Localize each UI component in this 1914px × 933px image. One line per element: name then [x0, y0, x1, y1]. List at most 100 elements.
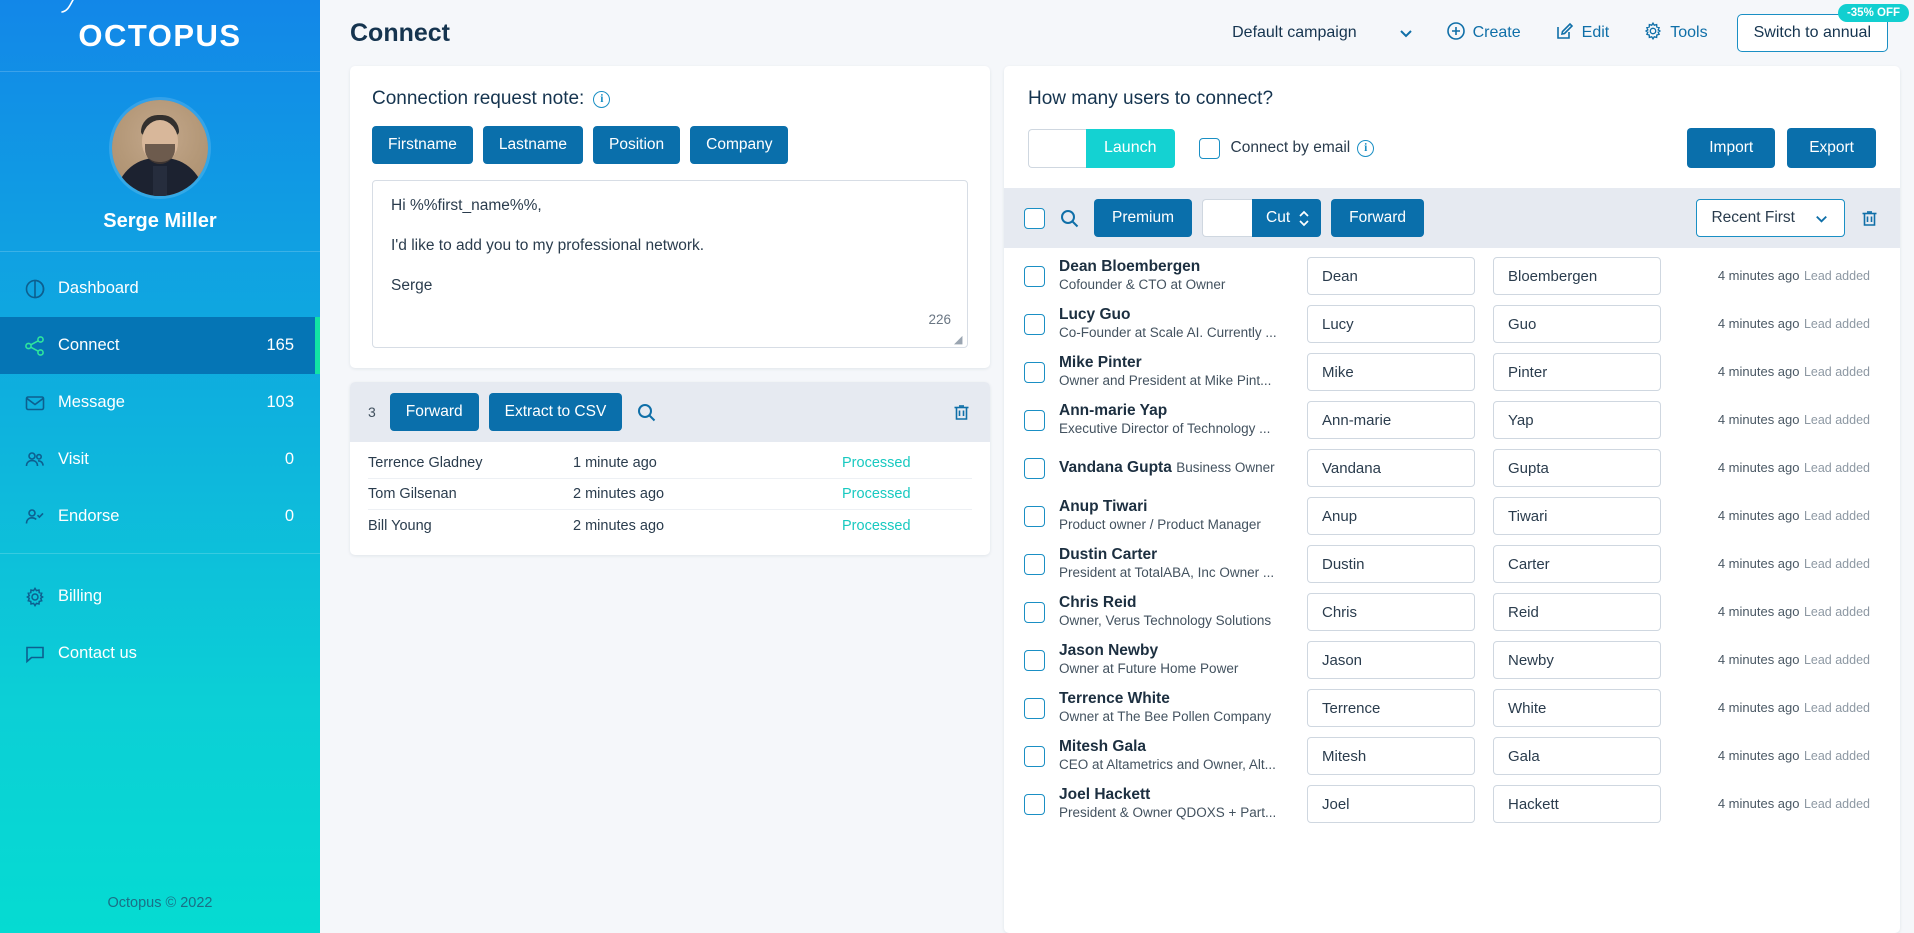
- logo[interactable]: OCTOPUS: [0, 0, 320, 72]
- connect-by-email-checkbox[interactable]: [1198, 137, 1220, 159]
- contact-select-checkbox[interactable]: [1024, 409, 1045, 431]
- sidebar-item-billing[interactable]: Billing: [0, 568, 320, 625]
- sidebar-item-contact-us[interactable]: Contact us: [0, 625, 320, 682]
- contact-row[interactable]: Terrence White Owner at The Bee Pollen C…: [1004, 684, 1900, 732]
- search-icon[interactable]: [1055, 208, 1084, 229]
- contact-row[interactable]: Dean Bloembergen Cofounder & CTO at Owne…: [1004, 252, 1900, 300]
- contact-lastname-field[interactable]: Newby: [1493, 641, 1661, 679]
- note-textarea[interactable]: Hi %%first_name%%, I'd like to add you t…: [372, 180, 968, 348]
- info-icon[interactable]: i: [593, 90, 611, 108]
- contact-select-checkbox[interactable]: [1024, 745, 1045, 767]
- contact-firstname-field[interactable]: Ann-marie: [1307, 401, 1475, 439]
- cut-amount-input[interactable]: [1202, 199, 1253, 237]
- contact-select-checkbox[interactable]: [1024, 601, 1045, 623]
- contact-row[interactable]: Jason Newby Owner at Future Home Power J…: [1004, 636, 1900, 684]
- contact-row[interactable]: Vandana Gupta Business Owner Vandana Gup…: [1004, 444, 1900, 492]
- contact-select-checkbox[interactable]: [1024, 457, 1045, 479]
- contact-meta: 4 minutes ago Lead added: [1704, 267, 1882, 285]
- contact-firstname-field[interactable]: Dean: [1307, 257, 1475, 295]
- contact-firstname-field[interactable]: Terrence: [1307, 689, 1475, 727]
- contact-lastname-field[interactable]: Yap: [1493, 401, 1661, 439]
- sidebar-item-endorse[interactable]: Endorse 0: [0, 488, 320, 545]
- tag-lastname-button[interactable]: Lastname: [482, 126, 583, 164]
- contact-lastname-field[interactable]: Bloembergen: [1493, 257, 1661, 295]
- contact-row[interactable]: Dustin Carter President at TotalABA, Inc…: [1004, 540, 1900, 588]
- contact-lastname-field[interactable]: Guo: [1493, 305, 1661, 343]
- contact-lastname-field[interactable]: Gala: [1493, 737, 1661, 775]
- search-icon[interactable]: [632, 402, 661, 423]
- select-all-checkbox[interactable]: [1024, 207, 1045, 229]
- contact-firstname-field[interactable]: Vandana: [1307, 449, 1475, 487]
- contact-firstname-field[interactable]: Chris: [1307, 593, 1475, 631]
- queue-delete-icon[interactable]: [951, 402, 972, 423]
- create-button[interactable]: Create: [1429, 21, 1538, 46]
- users-count-input[interactable]: [1028, 128, 1086, 168]
- contacts-list[interactable]: Dean Bloembergen Cofounder & CTO at Owne…: [1004, 248, 1900, 933]
- contact-firstname-field[interactable]: Lucy: [1307, 305, 1475, 343]
- contact-firstname-field[interactable]: Jason: [1307, 641, 1475, 679]
- contact-lastname-field[interactable]: Carter: [1493, 545, 1661, 583]
- sidebar-item-visit[interactable]: Visit 0: [0, 431, 320, 488]
- tag-position-button[interactable]: Position: [592, 126, 681, 164]
- contact-name: Vandana Gupta: [1059, 458, 1172, 476]
- contact-lastname-field[interactable]: Reid: [1493, 593, 1661, 631]
- contact-row[interactable]: Anup Tiwari Product owner / Product Mana…: [1004, 492, 1900, 540]
- contact-firstname-field[interactable]: Mitesh: [1307, 737, 1475, 775]
- tag-firstname-button[interactable]: Firstname: [372, 126, 473, 164]
- premium-filter-button[interactable]: Premium: [1094, 199, 1193, 237]
- contact-row[interactable]: Mike Pinter Owner and President at Mike …: [1004, 348, 1900, 396]
- contact-lastname-field[interactable]: Hackett: [1493, 785, 1661, 823]
- contact-select-checkbox[interactable]: [1024, 265, 1045, 287]
- info-icon[interactable]: i: [1357, 139, 1375, 157]
- contact-row[interactable]: Ann-marie Yap Executive Director of Tech…: [1004, 396, 1900, 444]
- contact-select-checkbox[interactable]: [1024, 361, 1045, 383]
- forward-filter-button[interactable]: Forward: [1331, 199, 1424, 237]
- cut-button[interactable]: Cut: [1252, 199, 1322, 237]
- sidebar-item-message[interactable]: Message 103: [0, 374, 320, 431]
- contact-row[interactable]: Mitesh Gala CEO at Altametrics and Owner…: [1004, 732, 1900, 780]
- contacts-delete-icon[interactable]: [1859, 208, 1880, 229]
- contact-row[interactable]: Joel Hackett President & Owner QDOXS + P…: [1004, 780, 1900, 828]
- contact-firstname-field[interactable]: Dustin: [1307, 545, 1475, 583]
- campaign-selector[interactable]: Default campaign: [1218, 24, 1429, 42]
- tag-company-button[interactable]: Company: [690, 126, 789, 164]
- sort-dropdown[interactable]: Recent First: [1696, 199, 1845, 237]
- contact-select-checkbox[interactable]: [1024, 505, 1045, 527]
- import-button[interactable]: Import: [1687, 128, 1776, 168]
- contact-role: Cofounder & CTO at Owner: [1059, 277, 1226, 293]
- export-button[interactable]: Export: [1787, 128, 1876, 168]
- sidebar-item-label: Endorse: [58, 507, 120, 525]
- contact-select-checkbox[interactable]: [1024, 313, 1045, 335]
- queue-row[interactable]: Bill Young 2 minutes ago Processed: [368, 510, 972, 541]
- launch-button[interactable]: Launch: [1086, 128, 1175, 168]
- contact-firstname-field[interactable]: Mike: [1307, 353, 1475, 391]
- contact-row[interactable]: Chris Reid Owner, Verus Technology Solut…: [1004, 588, 1900, 636]
- contact-lastname-field[interactable]: Tiwari: [1493, 497, 1661, 535]
- sidebar-footer: Octopus © 2022: [107, 895, 213, 911]
- contact-firstname-field[interactable]: Joel: [1307, 785, 1475, 823]
- contact-select-checkbox[interactable]: [1024, 793, 1045, 815]
- contact-select-checkbox[interactable]: [1024, 697, 1045, 719]
- queue-forward-button[interactable]: Forward: [389, 393, 479, 431]
- contact-name: Dean Bloembergen: [1059, 257, 1201, 275]
- contact-event: Lead added: [1803, 605, 1870, 619]
- contact-identity: Mike Pinter Owner and President at Mike …: [1059, 354, 1289, 391]
- contact-select-checkbox[interactable]: [1024, 649, 1045, 671]
- switch-to-annual-button[interactable]: Switch to annual -35% OFF: [1736, 4, 1909, 52]
- avatar: [112, 100, 208, 196]
- contact-row[interactable]: Lucy Guo Co-Founder at Scale AI. Current…: [1004, 300, 1900, 348]
- contact-firstname-field[interactable]: Anup: [1307, 497, 1475, 535]
- sidebar-item-dashboard[interactable]: Dashboard: [0, 260, 320, 317]
- contact-lastname-field[interactable]: Gupta: [1493, 449, 1661, 487]
- queue-row[interactable]: Terrence Gladney 1 minute ago Processed: [368, 448, 972, 479]
- contact-lastname-field[interactable]: Pinter: [1493, 353, 1661, 391]
- contact-select-checkbox[interactable]: [1024, 553, 1045, 575]
- tools-button[interactable]: Tools: [1626, 21, 1724, 46]
- stepper-icon[interactable]: [1298, 210, 1310, 227]
- extract-to-csv-button[interactable]: Extract to CSV: [488, 393, 623, 431]
- contact-lastname-field[interactable]: White: [1493, 689, 1661, 727]
- sidebar-item-connect[interactable]: Connect 165: [0, 317, 320, 374]
- edit-button[interactable]: Edit: [1538, 21, 1627, 46]
- resize-grip-icon[interactable]: ◢: [954, 335, 964, 346]
- queue-row[interactable]: Tom Gilsenan 2 minutes ago Processed: [368, 479, 972, 510]
